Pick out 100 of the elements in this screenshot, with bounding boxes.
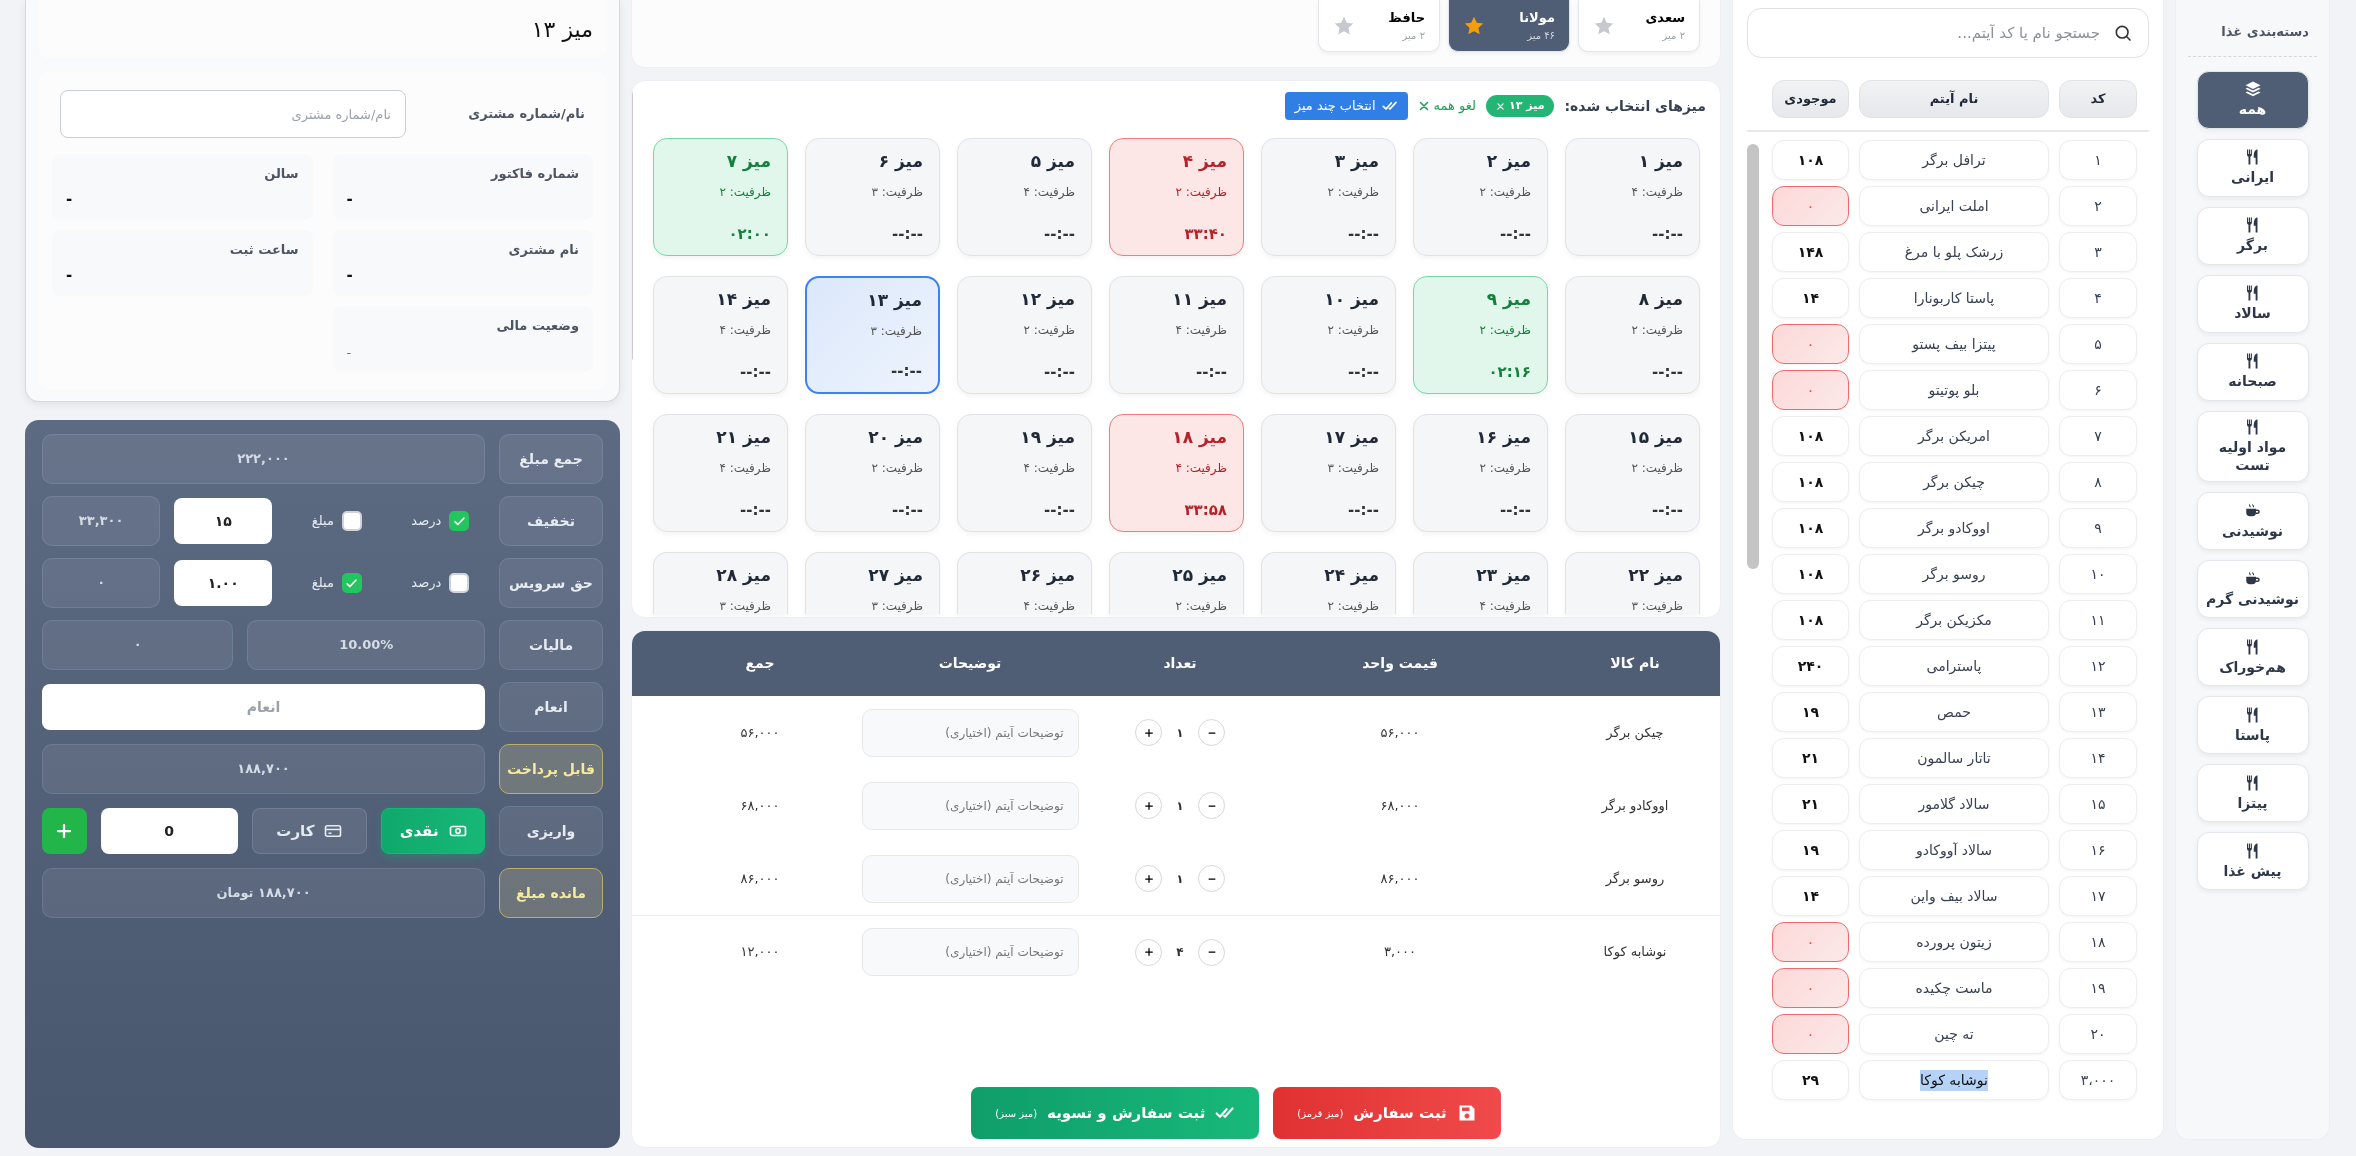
- table-card[interactable]: میز ۲۵ ظرفیت: ۲: [1109, 552, 1244, 614]
- table-card[interactable]: میز ۱۳ ظرفیت: ۳ --:--: [805, 276, 940, 394]
- table-card[interactable]: میز ۲۷ ظرفیت: ۳: [805, 552, 940, 614]
- deposit-input[interactable]: 0: [100, 808, 238, 854]
- note-field[interactable]: توضیحات آیتم (اختیاری): [861, 854, 1079, 903]
- increase-button[interactable]: [1135, 938, 1162, 966]
- table-card[interactable]: میز ۲۴ ظرفیت: ۲: [1261, 552, 1396, 614]
- amount-input[interactable]: ۱۵: [174, 498, 273, 544]
- item-name[interactable]: اووکادو برگر: [1859, 508, 2049, 548]
- category-button[interactable]: نوشیدنی گرم: [2196, 560, 2309, 619]
- item-name[interactable]: تاتار سالمون: [1859, 738, 2049, 778]
- increase-button[interactable]: [1135, 719, 1162, 746]
- table-card[interactable]: میز ۷ ظرفیت: ۲ ۰۲:۰۰: [653, 138, 788, 256]
- table-card[interactable]: میز ۵ ظرفیت: ۴ --:--: [957, 138, 1092, 256]
- item-name[interactable]: سالاد گلامور: [1859, 784, 2049, 824]
- category-button[interactable]: همه: [2196, 70, 2309, 129]
- item-name[interactable]: سالاد آووکادو: [1859, 830, 2049, 870]
- table-card[interactable]: میز ۱۹ ظرفیت: ۴ --:--: [957, 414, 1092, 532]
- column-header[interactable]: نام آیتم: [1859, 80, 2049, 118]
- increase-button[interactable]: [1135, 865, 1162, 892]
- note-field[interactable]: توضیحات آیتم (اختیاری): [861, 928, 1079, 976]
- table-capacity: ظرفیت: ۲: [718, 183, 771, 201]
- note-field[interactable]: توضیحات آیتم (اختیاری): [861, 781, 1079, 830]
- line-total: ۶۸,۰۰۰: [739, 796, 781, 815]
- add-button[interactable]: [42, 808, 87, 854]
- item-name[interactable]: املت ایرانی: [1859, 186, 2049, 226]
- clear-all-link[interactable]: لغو همه: [1417, 96, 1477, 116]
- tip-field[interactable]: انعام: [42, 684, 485, 730]
- table-card[interactable]: میز ۲۶ ظرفیت: ۴: [957, 552, 1092, 614]
- item-name[interactable]: پاستا کاربونارا: [1859, 278, 2049, 318]
- table-card[interactable]: میز ۱ ظرفیت: ۴ --:--: [1565, 138, 1700, 256]
- item-name[interactable]: پیتزا بیف پستو: [1859, 324, 2049, 364]
- hall-tab[interactable]: حافظ ۲ میز: [1318, 0, 1440, 52]
- table-card[interactable]: میز ۲۲ ظرفیت: ۳: [1565, 552, 1700, 614]
- table-card[interactable]: میز ۶ ظرفیت: ۳ --:--: [805, 138, 940, 256]
- category-button[interactable]: پیتزا: [2196, 764, 2309, 823]
- table-name: میز ۲۳: [1475, 564, 1531, 588]
- column-header[interactable]: موجودی: [1772, 80, 1849, 118]
- category-button[interactable]: هم‌خوراک: [2196, 628, 2309, 687]
- item-name[interactable]: پاسترامی: [1859, 646, 2049, 686]
- category-button[interactable]: پاستا: [2196, 696, 2309, 755]
- category-button[interactable]: مواد اولیه تست: [2196, 410, 2309, 483]
- category-button[interactable]: سالاد: [2196, 274, 2309, 333]
- stock-count: ۱۹: [1772, 692, 1849, 732]
- search-field[interactable]: جستجو نام یا کد آیتم...: [1747, 8, 2149, 58]
- hall-tab[interactable]: مولانا ۴۶ میز: [1448, 0, 1570, 52]
- amount-input[interactable]: ۱.۰۰: [174, 560, 273, 606]
- item-name[interactable]: زیتون پرورده: [1859, 922, 2049, 962]
- table-card[interactable]: میز ۱۸ ظرفیت: ۴ ۳۳:۵۸: [1109, 414, 1244, 532]
- item-name[interactable]: مکزیکن برگر: [1859, 600, 2049, 640]
- item-name[interactable]: نوشابه کوکا: [1859, 1060, 2049, 1100]
- table-card[interactable]: میز ۱۶ ظرفیت: ۲ --:--: [1413, 414, 1548, 532]
- table-card[interactable]: میز ۱۷ ظرفیت: ۳ --:--: [1261, 414, 1396, 532]
- checkbox[interactable]: [449, 511, 470, 531]
- table-card[interactable]: میز ۲ ظرفیت: ۲ --:--: [1413, 138, 1548, 256]
- category-button[interactable]: ایرانی: [2196, 138, 2309, 197]
- table-card[interactable]: میز ۲۱ ظرفیت: ۴ --:--: [653, 414, 788, 532]
- table-card[interactable]: میز ۲۳ ظرفیت: ۴: [1413, 552, 1548, 614]
- customer-field[interactable]: نام/شماره مشتری: [60, 90, 406, 138]
- item-name[interactable]: بلو پوتیتو: [1859, 370, 2049, 410]
- note-field[interactable]: توضیحات آیتم (اختیاری): [861, 708, 1079, 757]
- table-card[interactable]: میز ۱۵ ظرفیت: ۲ --:--: [1565, 414, 1700, 532]
- stock-count: ۱۰۸: [1772, 462, 1849, 502]
- table-card[interactable]: میز ۸ ظرفیت: ۲ --:--: [1565, 276, 1700, 394]
- checkbox[interactable]: [449, 573, 470, 593]
- checkbox[interactable]: [341, 573, 362, 593]
- item-name[interactable]: ته چین: [1859, 1014, 2049, 1054]
- item-name[interactable]: زرشک پلو با مرغ: [1859, 232, 2049, 272]
- column-header[interactable]: کد: [2059, 80, 2137, 118]
- item-name[interactable]: امریکن برگر: [1859, 416, 2049, 456]
- stock-count: ۲۹: [1772, 1060, 1849, 1100]
- checkbox[interactable]: [341, 511, 362, 531]
- item-name[interactable]: ترافل برگر: [1859, 140, 2049, 180]
- table-capacity: ظرفیت: ۴: [1022, 183, 1075, 201]
- table-card[interactable]: میز ۹ ظرفیت: ۲ ۰۲:۱۶: [1413, 276, 1548, 394]
- table-card[interactable]: میز ۱۱ ظرفیت: ۴ --:--: [1109, 276, 1244, 394]
- category-button[interactable]: پیش غذا: [2196, 832, 2309, 891]
- table-card[interactable]: میز ۲۸ ظرفیت: ۳: [653, 552, 788, 614]
- category-button[interactable]: نوشیدنی: [2196, 492, 2309, 551]
- multi-select-button[interactable]: انتخاب چند میز: [1284, 92, 1408, 120]
- category-button[interactable]: برگر: [2196, 206, 2309, 265]
- item-name[interactable]: چیکن برگر: [1859, 462, 2049, 502]
- hall-tab[interactable]: سعدی ۲ میز: [1578, 0, 1700, 52]
- table-card[interactable]: میز ۲۰ ظرفیت: ۲ --:--: [805, 414, 940, 532]
- table-capacity: ظرفیت: ۲: [1630, 459, 1683, 477]
- table-card[interactable]: میز ۱۰ ظرفیت: ۲ --:--: [1261, 276, 1396, 394]
- unit-price: ۵۶,۰۰۰: [1379, 723, 1421, 742]
- item-name[interactable]: سالاد بیف واین: [1859, 876, 2049, 916]
- table-card[interactable]: میز ۴ ظرفیت: ۲ ۳۳:۴۰: [1109, 138, 1244, 256]
- item-name[interactable]: روسو برگر: [1859, 554, 2049, 594]
- table-card[interactable]: میز ۱۲ ظرفیت: ۲ --:--: [957, 276, 1092, 394]
- save-order-button[interactable]: ثبت سفارش (میز قرمز): [1273, 1087, 1501, 1139]
- category-button[interactable]: صبحانه: [2196, 342, 2309, 401]
- increase-button[interactable]: [1135, 792, 1162, 819]
- item-name[interactable]: حمص: [1859, 692, 2049, 732]
- item-name[interactable]: ماست چکیده: [1859, 968, 2049, 1008]
- payment-method-button[interactable]: کارت: [251, 808, 368, 854]
- scrollbar[interactable]: [1747, 144, 1759, 569]
- table-card[interactable]: میز ۱۴ ظرفیت: ۴ --:--: [653, 276, 788, 394]
- table-card[interactable]: میز ۳ ظرفیت: ۲ --:--: [1261, 138, 1396, 256]
